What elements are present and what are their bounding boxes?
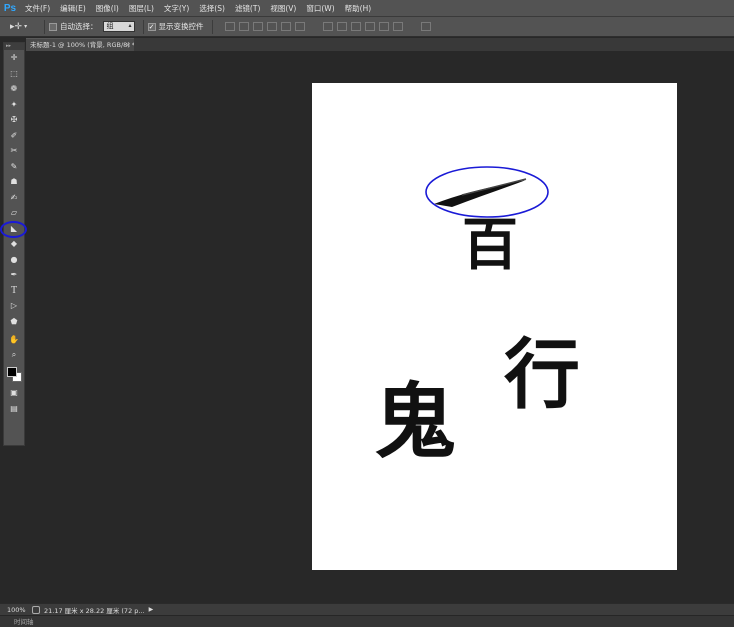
tools-panel: ▸▸ ✛ ⬚ ❁ ✦ ✠ ✐ ✂ ✎ ☗ ✍ ▱ ◣ ◆ ● ✒ T ▷ ⬟ ✋… <box>3 42 25 446</box>
paint-bucket-tool-icon[interactable]: ◣ <box>4 221 24 237</box>
align-right-icon[interactable] <box>294 22 305 31</box>
align-buttons <box>224 22 431 31</box>
distribute-bottom-icon[interactable] <box>350 22 361 31</box>
menu-select[interactable]: 选择(S) <box>194 0 230 17</box>
align-bottom-icon[interactable] <box>252 22 263 31</box>
move-icon: ▸✛ <box>10 21 23 32</box>
hand-tool-icon[interactable]: ✋ <box>4 332 24 348</box>
photoshop-logo: Ps <box>3 2 17 14</box>
screen-mode-icon[interactable]: ▤ <box>4 401 24 417</box>
tool-preset-picker[interactable]: ▸✛ ▾ <box>10 19 40 35</box>
panel-collapse-handle[interactable]: ▸▸ <box>4 43 24 50</box>
menu-view[interactable]: 视图(V) <box>265 0 301 17</box>
foreground-color-swatch[interactable] <box>7 367 17 377</box>
brush-stroke-tail <box>461 178 527 196</box>
marquee-tool-icon[interactable]: ⬚ <box>4 66 24 82</box>
shape-tool-icon[interactable]: ⬟ <box>4 314 24 330</box>
crop-tool-icon[interactable]: ✠ <box>4 112 24 128</box>
distribute-vcenter-icon[interactable] <box>336 22 347 31</box>
menu-layer[interactable]: 图层(L) <box>124 0 159 17</box>
move-tool-icon[interactable]: ✛ <box>4 50 24 66</box>
distribute-top-icon[interactable] <box>322 22 333 31</box>
show-transform-checkbox[interactable]: ✓ 显示变换控件 <box>147 21 204 32</box>
document-tab[interactable]: 未标题-1 @ 100% (背景, RGB/8) * × <box>26 38 134 51</box>
divider <box>44 19 45 34</box>
document-info-icon[interactable] <box>32 605 40 614</box>
auto-select-dropdown[interactable]: 组 <box>102 21 135 32</box>
pen-tool-icon[interactable]: ✒ <box>4 267 24 283</box>
type-tool-icon[interactable]: T <box>4 283 24 299</box>
distribute-hcenter-icon[interactable] <box>378 22 389 31</box>
zoom-level[interactable]: 100% <box>0 606 28 614</box>
auto-select-label: 自动选择： <box>60 22 98 31</box>
color-swatches <box>4 363 24 385</box>
menu-file[interactable]: 文件(F) <box>20 0 55 17</box>
status-menu-arrow-icon[interactable]: ▶ <box>149 606 154 613</box>
quick-select-tool-icon[interactable]: ✦ <box>4 97 24 113</box>
document-canvas[interactable]: 百 行 鬼 <box>312 83 677 570</box>
clone-stamp-tool-icon[interactable]: ☗ <box>4 174 24 190</box>
menu-bar: Ps 文件(F) 编辑(E) 图像(I) 图层(L) 文字(Y) 选择(S) 滤… <box>0 0 734 17</box>
status-bar: 100% 21.17 厘米 x 28.22 厘米 (72 p... ▶ <box>0 603 734 615</box>
divider <box>211 19 213 34</box>
auto-align-icon[interactable] <box>420 22 431 31</box>
brush-tool-icon[interactable]: ✎ <box>4 159 24 175</box>
document-tab-bar: 未标题-1 @ 100% (背景, RGB/8) * × <box>26 38 734 51</box>
history-brush-tool-icon[interactable]: ✍ <box>4 190 24 206</box>
align-left-icon[interactable] <box>266 22 277 31</box>
distribute-right-icon[interactable] <box>392 22 403 31</box>
eraser-tool-icon[interactable]: ▱ <box>4 205 24 221</box>
dropdown-arrow-icon: ▾ <box>24 23 28 30</box>
menu-type[interactable]: 文字(Y) <box>159 0 194 17</box>
blur-tool-icon[interactable]: ◆ <box>4 236 24 252</box>
close-icon[interactable]: × <box>125 39 131 51</box>
path-select-tool-icon[interactable]: ▷ <box>4 298 24 314</box>
dodge-tool-icon[interactable]: ● <box>4 252 24 268</box>
quick-mask-icon[interactable]: ▣ <box>4 385 24 401</box>
canvas-brush-overlay <box>425 166 549 218</box>
timeline-panel-tab[interactable]: 时间轴 <box>0 615 734 627</box>
auto-select-checkbox[interactable]: 自动选择： <box>49 21 98 32</box>
align-hcenter-icon[interactable] <box>280 22 291 31</box>
align-vcenter-icon[interactable] <box>238 22 249 31</box>
align-top-icon[interactable] <box>224 22 235 31</box>
document-tab-title: 未标题-1 @ 100% (背景, RGB/8) * <box>30 41 134 49</box>
menu-edit[interactable]: 编辑(E) <box>55 0 91 17</box>
lasso-tool-icon[interactable]: ❁ <box>4 81 24 97</box>
options-bar: ▸✛ ▾ 自动选择： 组 ✓ 显示变换控件 <box>0 17 734 37</box>
brush-stroke <box>434 180 526 207</box>
document-size: 21.17 厘米 x 28.22 厘米 (72 p... <box>44 606 145 615</box>
divider <box>142 19 144 34</box>
menu-filter[interactable]: 滤镜(T) <box>230 0 265 17</box>
menu-image[interactable]: 图像(I) <box>91 0 124 17</box>
menu-window[interactable]: 窗口(W) <box>301 0 339 17</box>
show-transform-label: 显示变换控件 <box>158 22 204 31</box>
eyedropper-tool-icon[interactable]: ✐ <box>4 128 24 144</box>
healing-brush-tool-icon[interactable]: ✂ <box>4 143 24 159</box>
zoom-tool-icon[interactable]: ⌕ <box>4 348 24 364</box>
checkbox-checked-icon: ✓ <box>147 22 156 31</box>
menu-help[interactable]: 帮助(H) <box>340 0 377 17</box>
checkbox-unchecked-icon <box>49 22 57 31</box>
distribute-left-icon[interactable] <box>364 22 375 31</box>
